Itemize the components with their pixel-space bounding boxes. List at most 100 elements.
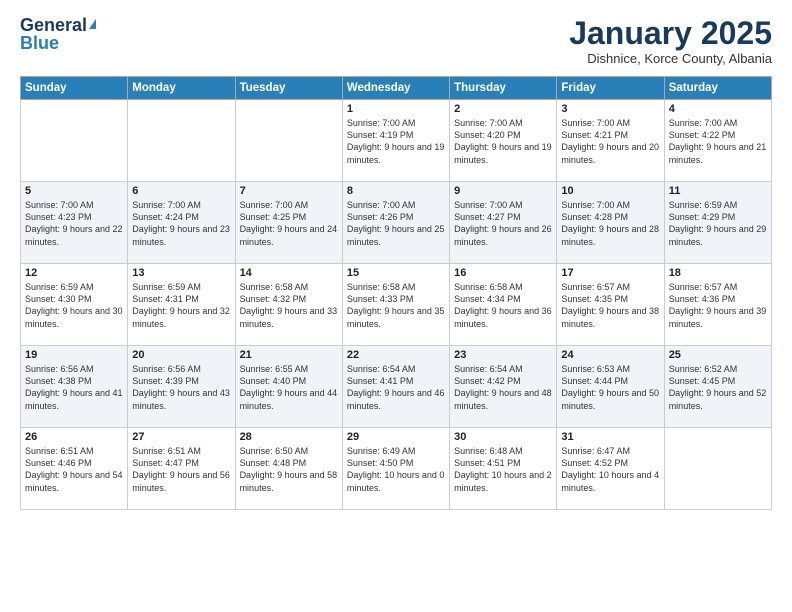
calendar-cell: 16 Sunrise: 6:58 AMSunset: 4:34 PMDayligh…	[450, 264, 557, 346]
location-subtitle: Dishnice, Korce County, Albania	[569, 51, 772, 66]
calendar-cell: 11 Sunrise: 6:59 AMSunset: 4:29 PMDayligh…	[664, 182, 771, 264]
day-info: Sunrise: 6:59 AMSunset: 4:31 PMDaylight:…	[132, 281, 230, 330]
title-block: January 2025 Dishnice, Korce County, Alb…	[569, 16, 772, 66]
calendar-cell: 21 Sunrise: 6:55 AMSunset: 4:40 PMDayligh…	[235, 346, 342, 428]
day-number: 9	[454, 185, 552, 197]
day-number: 4	[669, 103, 767, 115]
day-number: 28	[240, 431, 338, 443]
day-number: 18	[669, 267, 767, 279]
day-info: Sunrise: 7:00 AMSunset: 4:26 PMDaylight:…	[347, 199, 445, 248]
calendar-cell: 27 Sunrise: 6:51 AMSunset: 4:47 PMDayligh…	[128, 428, 235, 510]
calendar-week-row: 5Sunrise: 7:00 AMSunset: 4:23 PMDaylight…	[21, 182, 772, 264]
day-info: Sunrise: 6:57 AMSunset: 4:36 PMDaylight:…	[669, 281, 767, 330]
day-info: Sunrise: 7:00 AMSunset: 4:21 PMDaylight:…	[561, 117, 659, 166]
calendar-cell: 7Sunrise: 7:00 AMSunset: 4:25 PMDaylight…	[235, 182, 342, 264]
logo-triangle-icon	[89, 19, 96, 29]
calendar-week-row: 1 Sunrise: 7:00 AMSunset: 4:19 PMDaylight…	[21, 100, 772, 182]
weekday-header-row: SundayMondayTuesdayWednesdayThursdayFrid…	[21, 77, 772, 100]
calendar-cell: 28 Sunrise: 6:50 AMSunset: 4:48 PMDayligh…	[235, 428, 342, 510]
day-info: Sunrise: 7:00 AMSunset: 4:19 PMDaylight:…	[347, 117, 445, 166]
day-number: 13	[132, 267, 230, 279]
day-number: 31	[561, 431, 659, 443]
day-number: 1	[347, 103, 445, 115]
day-number: 20	[132, 349, 230, 361]
day-number: 14	[240, 267, 338, 279]
day-info: Sunrise: 6:54 AMSunset: 4:42 PMDaylight:…	[454, 363, 552, 412]
calendar-cell: 18 Sunrise: 6:57 AMSunset: 4:36 PMDayligh…	[664, 264, 771, 346]
weekday-header-friday: Friday	[557, 77, 664, 100]
logo-general: General	[20, 16, 87, 34]
calendar-cell	[21, 100, 128, 182]
day-number: 5	[25, 185, 123, 197]
day-number: 2	[454, 103, 552, 115]
calendar-cell	[128, 100, 235, 182]
day-number: 7	[240, 185, 338, 197]
weekday-header-wednesday: Wednesday	[342, 77, 449, 100]
day-info: Sunrise: 6:53 AMSunset: 4:44 PMDaylight:…	[561, 363, 659, 412]
calendar-cell: 13 Sunrise: 6:59 AMSunset: 4:31 PMDayligh…	[128, 264, 235, 346]
day-info: Sunrise: 6:56 AMSunset: 4:39 PMDaylight:…	[132, 363, 230, 412]
day-info: Sunrise: 6:58 AMSunset: 4:33 PMDaylight:…	[347, 281, 445, 330]
day-number: 3	[561, 103, 659, 115]
calendar-week-row: 12 Sunrise: 6:59 AMSunset: 4:30 PMDayligh…	[21, 264, 772, 346]
calendar-cell	[664, 428, 771, 510]
calendar-cell: 4 Sunrise: 7:00 AMSunset: 4:22 PMDaylight…	[664, 100, 771, 182]
day-number: 12	[25, 267, 123, 279]
calendar-week-row: 19Sunrise: 6:56 AMSunset: 4:38 PMDayligh…	[21, 346, 772, 428]
day-number: 29	[347, 431, 445, 443]
calendar-week-row: 26 Sunrise: 6:51 AMSunset: 4:46 PMDayligh…	[21, 428, 772, 510]
day-info: Sunrise: 7:00 AMSunset: 4:22 PMDaylight:…	[669, 117, 767, 166]
day-info: Sunrise: 7:00 AMSunset: 4:24 PMDaylight:…	[132, 199, 230, 248]
calendar-cell: 9 Sunrise: 7:00 AMSunset: 4:27 PMDaylight…	[450, 182, 557, 264]
day-info: Sunrise: 6:58 AMSunset: 4:34 PMDaylight:…	[454, 281, 552, 330]
day-number: 11	[669, 185, 767, 197]
calendar-cell: 17Sunrise: 6:57 AMSunset: 4:35 PMDayligh…	[557, 264, 664, 346]
day-number: 15	[347, 267, 445, 279]
day-info: Sunrise: 6:59 AMSunset: 4:29 PMDaylight:…	[669, 199, 767, 248]
calendar-cell: 15 Sunrise: 6:58 AMSunset: 4:33 PMDayligh…	[342, 264, 449, 346]
day-number: 16	[454, 267, 552, 279]
month-title: January 2025	[569, 16, 772, 51]
calendar-cell: 23 Sunrise: 6:54 AMSunset: 4:42 PMDayligh…	[450, 346, 557, 428]
day-info: Sunrise: 6:51 AMSunset: 4:46 PMDaylight:…	[25, 445, 123, 494]
calendar-cell: 12 Sunrise: 6:59 AMSunset: 4:30 PMDayligh…	[21, 264, 128, 346]
calendar-cell: 2 Sunrise: 7:00 AMSunset: 4:20 PMDaylight…	[450, 100, 557, 182]
day-info: Sunrise: 6:59 AMSunset: 4:30 PMDaylight:…	[25, 281, 123, 330]
calendar-cell: 14 Sunrise: 6:58 AMSunset: 4:32 PMDayligh…	[235, 264, 342, 346]
day-number: 24	[561, 349, 659, 361]
day-info: Sunrise: 6:55 AMSunset: 4:40 PMDaylight:…	[240, 363, 338, 412]
day-info: Sunrise: 6:54 AMSunset: 4:41 PMDaylight:…	[347, 363, 445, 412]
day-info: Sunrise: 6:52 AMSunset: 4:45 PMDaylight:…	[669, 363, 767, 412]
day-number: 27	[132, 431, 230, 443]
logo: General Blue	[20, 16, 96, 52]
day-number: 21	[240, 349, 338, 361]
day-info: Sunrise: 6:51 AMSunset: 4:47 PMDaylight:…	[132, 445, 230, 494]
calendar-cell: 29 Sunrise: 6:49 AMSunset: 4:50 PMDayligh…	[342, 428, 449, 510]
weekday-header-saturday: Saturday	[664, 77, 771, 100]
logo-blue: Blue	[20, 34, 59, 52]
calendar-cell: 26 Sunrise: 6:51 AMSunset: 4:46 PMDayligh…	[21, 428, 128, 510]
day-info: Sunrise: 6:49 AMSunset: 4:50 PMDaylight:…	[347, 445, 445, 494]
calendar-cell: 3 Sunrise: 7:00 AMSunset: 4:21 PMDaylight…	[557, 100, 664, 182]
day-info: Sunrise: 6:58 AMSunset: 4:32 PMDaylight:…	[240, 281, 338, 330]
day-number: 23	[454, 349, 552, 361]
day-info: Sunrise: 7:00 AMSunset: 4:20 PMDaylight:…	[454, 117, 552, 166]
day-info: Sunrise: 7:00 AMSunset: 4:28 PMDaylight:…	[561, 199, 659, 248]
day-number: 30	[454, 431, 552, 443]
calendar-cell: 19Sunrise: 6:56 AMSunset: 4:38 PMDayligh…	[21, 346, 128, 428]
day-info: Sunrise: 6:48 AMSunset: 4:51 PMDaylight:…	[454, 445, 552, 494]
weekday-header-tuesday: Tuesday	[235, 77, 342, 100]
day-info: Sunrise: 6:50 AMSunset: 4:48 PMDaylight:…	[240, 445, 338, 494]
calendar-cell: 10Sunrise: 7:00 AMSunset: 4:28 PMDayligh…	[557, 182, 664, 264]
calendar-cell: 1 Sunrise: 7:00 AMSunset: 4:19 PMDaylight…	[342, 100, 449, 182]
calendar-cell: 20 Sunrise: 6:56 AMSunset: 4:39 PMDayligh…	[128, 346, 235, 428]
calendar-cell: 30 Sunrise: 6:48 AMSunset: 4:51 PMDayligh…	[450, 428, 557, 510]
day-info: Sunrise: 7:00 AMSunset: 4:27 PMDaylight:…	[454, 199, 552, 248]
calendar-table: SundayMondayTuesdayWednesdayThursdayFrid…	[20, 76, 772, 510]
weekday-header-thursday: Thursday	[450, 77, 557, 100]
day-number: 8	[347, 185, 445, 197]
day-number: 26	[25, 431, 123, 443]
calendar-cell	[235, 100, 342, 182]
day-number: 6	[132, 185, 230, 197]
weekday-header-monday: Monday	[128, 77, 235, 100]
